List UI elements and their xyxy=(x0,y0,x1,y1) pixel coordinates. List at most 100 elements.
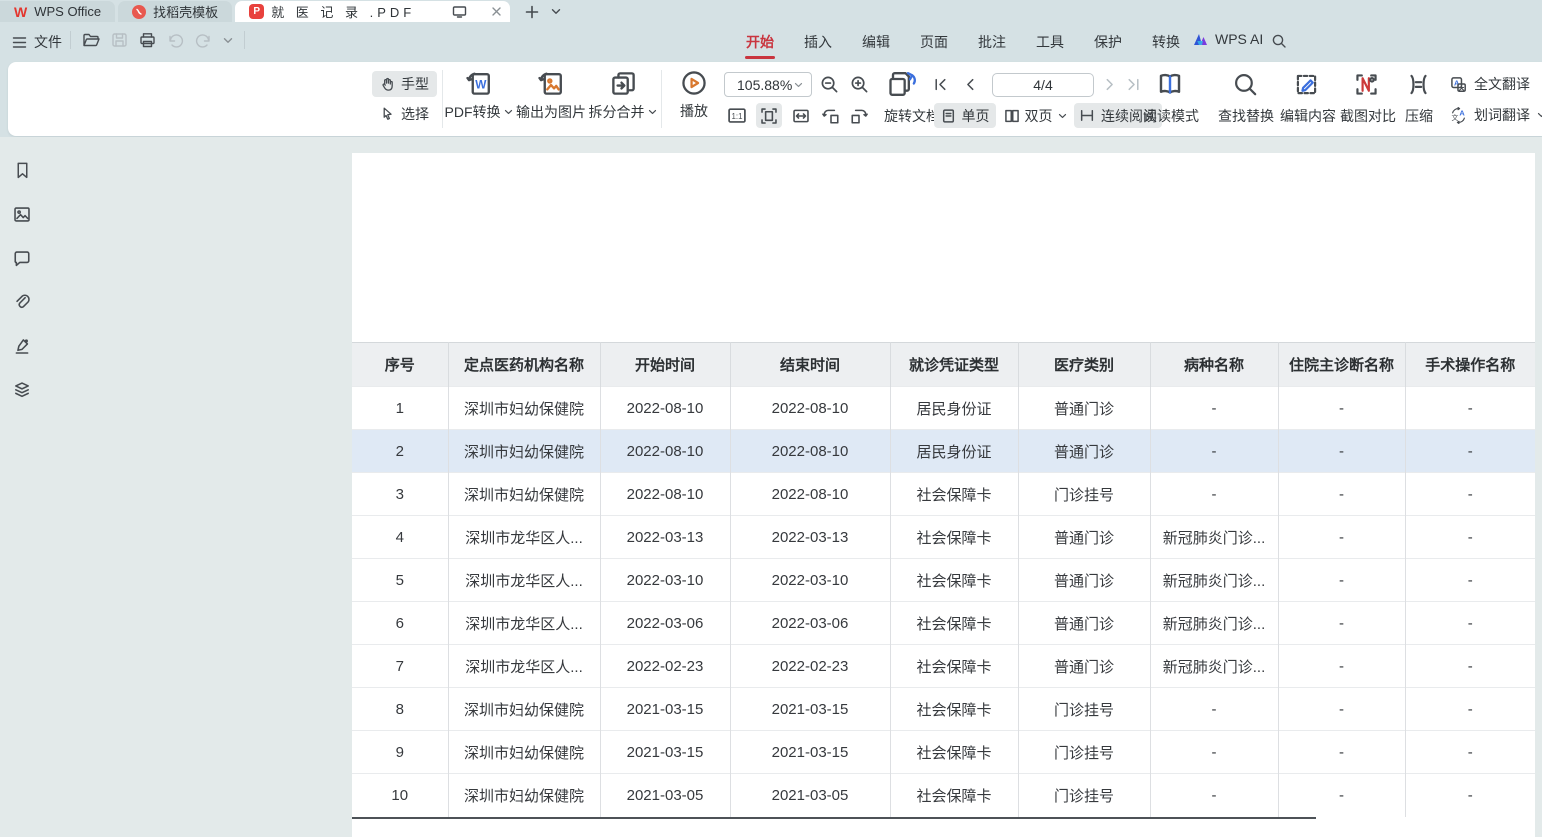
table-cell: - xyxy=(1278,516,1405,559)
first-page-button[interactable] xyxy=(933,77,948,92)
rotate-right-button[interactable] xyxy=(846,103,872,128)
table-cell: 社会保障卡 xyxy=(890,473,1018,516)
screenshot-compare-button[interactable]: 截图对比 xyxy=(1336,103,1400,128)
wps-logo-icon: W xyxy=(14,5,27,19)
table-cell: 10 xyxy=(352,774,448,817)
table-cell: 深圳市龙华区人... xyxy=(448,602,600,645)
table-cell: 普通门诊 xyxy=(1018,602,1150,645)
rotate-document-icon[interactable] xyxy=(888,70,918,98)
select-tool-button[interactable]: 选择 xyxy=(372,101,437,127)
tab-tools[interactable]: 工具 xyxy=(1021,22,1079,62)
table-cell: 居民身份证 xyxy=(890,430,1018,473)
previous-page-button[interactable] xyxy=(963,77,976,92)
table-cell: 7 xyxy=(352,645,448,688)
compress-button[interactable]: 压缩 xyxy=(1399,103,1439,128)
table-cell: - xyxy=(1150,688,1278,731)
screen-share-icon[interactable] xyxy=(452,5,467,18)
actual-size-button[interactable]: 1:1 xyxy=(724,103,750,128)
table-cell: 2 xyxy=(352,430,448,473)
quickbar-chevron-icon[interactable] xyxy=(223,37,233,44)
table-cell: 2021-03-15 xyxy=(730,688,890,731)
table-row: 7深圳市龙华区人...2022-02-232022-02-23社会保障卡普通门诊… xyxy=(352,645,1535,688)
comment-icon[interactable] xyxy=(11,247,33,269)
attachment-icon[interactable] xyxy=(11,291,33,313)
table-cell: 深圳市龙华区人... xyxy=(448,559,600,602)
hand-tool-button[interactable]: 手型 xyxy=(372,71,437,97)
svg-text:A: A xyxy=(1459,108,1465,117)
thumbnail-icon[interactable] xyxy=(11,203,33,225)
table-cell: 2021-03-15 xyxy=(600,688,730,731)
tab-comment[interactable]: 批注 xyxy=(963,22,1021,62)
table-cell: 2022-08-10 xyxy=(730,387,890,430)
redo-icon[interactable] xyxy=(195,33,212,48)
tab-insert[interactable]: 插入 xyxy=(789,22,847,62)
compress-icon[interactable] xyxy=(1406,72,1431,97)
save-icon[interactable] xyxy=(111,32,128,48)
tab-document-active[interactable]: P 就 医 记 录 .PDF xyxy=(235,1,510,22)
zoom-level-select[interactable]: 105.88% xyxy=(724,72,812,97)
close-tab-icon[interactable] xyxy=(491,6,502,17)
edit-content-button[interactable]: 编辑内容 xyxy=(1276,103,1340,128)
table-cell: - xyxy=(1150,387,1278,430)
word-translate-button[interactable]: 文 A 划词翻译 xyxy=(1446,102,1542,128)
layers-icon[interactable] xyxy=(11,379,33,401)
select-tool-label: 选择 xyxy=(401,104,429,124)
single-page-button[interactable]: 单页 xyxy=(934,103,996,128)
tab-edit[interactable]: 编辑 xyxy=(847,22,905,62)
zoom-out-button[interactable] xyxy=(820,75,839,94)
edit-content-icon[interactable] xyxy=(1294,72,1319,97)
divider xyxy=(70,31,71,49)
find-replace-icon[interactable] xyxy=(1233,72,1258,97)
screenshot-compare-icon[interactable] xyxy=(1354,72,1379,97)
tab-protect[interactable]: 保护 xyxy=(1079,22,1137,62)
table-row: 6深圳市龙华区人...2022-03-062022-03-06社会保障卡普通门诊… xyxy=(352,602,1535,645)
tab-page[interactable]: 页面 xyxy=(905,22,963,62)
undo-icon[interactable] xyxy=(167,33,184,48)
last-page-button[interactable] xyxy=(1126,77,1141,92)
full-translate-button[interactable]: A 全文翻译 xyxy=(1446,71,1534,97)
zoom-chevron-icon xyxy=(794,82,803,88)
bookmark-icon[interactable] xyxy=(11,159,33,181)
fit-page-button[interactable] xyxy=(756,103,782,128)
table-cell: 门诊挂号 xyxy=(1018,473,1150,516)
window-tab-bar: W WPS Office 找稻壳模板 P 就 医 记 录 .PDF xyxy=(0,0,1542,22)
open-file-icon[interactable] xyxy=(82,32,100,48)
wps-ai-label: WPS AI xyxy=(1215,31,1263,47)
table-row: 10深圳市妇幼保健院2021-03-052021-03-05社会保障卡门诊挂号-… xyxy=(352,774,1535,817)
table-cell: 5 xyxy=(352,559,448,602)
table-row: 1深圳市妇幼保健院2022-08-102022-08-10居民身份证普通门诊--… xyxy=(352,387,1535,430)
table-cell: 2022-08-10 xyxy=(600,387,730,430)
tab-home[interactable]: 开始 xyxy=(731,22,789,62)
read-mode-button[interactable]: 阅读模式 xyxy=(1138,103,1204,128)
tab-docer-templates[interactable]: 找稻壳模板 xyxy=(118,1,232,22)
next-page-button[interactable] xyxy=(1104,77,1117,92)
table-cell: 2021-03-05 xyxy=(730,774,890,817)
table-cell: 2022-08-10 xyxy=(730,430,890,473)
read-mode-icon[interactable] xyxy=(1156,71,1184,97)
tab-list-chevron-icon[interactable] xyxy=(551,8,561,15)
table-cell: - xyxy=(1405,688,1535,731)
table-cell: 9 xyxy=(352,731,448,774)
new-tab-button[interactable] xyxy=(525,5,539,19)
rotate-left-button[interactable] xyxy=(818,103,844,128)
table-cell: 普通门诊 xyxy=(1018,387,1150,430)
table-cell: - xyxy=(1405,731,1535,774)
signature-pen-icon[interactable] xyxy=(11,335,33,357)
file-menu-button[interactable]: 文件 xyxy=(12,32,62,52)
menubar-search-icon[interactable] xyxy=(1271,33,1287,49)
find-replace-button[interactable]: 查找替换 xyxy=(1214,103,1278,128)
word-translate-label: 划词翻译 xyxy=(1474,105,1530,125)
zoom-in-button[interactable] xyxy=(850,75,869,94)
print-icon[interactable] xyxy=(139,32,156,48)
double-page-button[interactable]: 双页 xyxy=(1000,103,1070,128)
table-cell: 社会保障卡 xyxy=(890,602,1018,645)
page-number-input[interactable]: 4/4 xyxy=(992,73,1094,97)
wps-ai-button[interactable]: WPS AI xyxy=(1192,31,1263,47)
split-merge-icon xyxy=(610,70,637,97)
table-cell: 深圳市妇幼保健院 xyxy=(448,473,600,516)
tab-document-label: 就 医 记 录 .PDF xyxy=(271,2,415,21)
tab-convert[interactable]: 转换 xyxy=(1137,22,1195,62)
table-cell: 新冠肺炎门诊... xyxy=(1150,645,1278,688)
fit-width-button[interactable] xyxy=(788,103,814,128)
tab-wps-office[interactable]: W WPS Office xyxy=(0,1,115,22)
